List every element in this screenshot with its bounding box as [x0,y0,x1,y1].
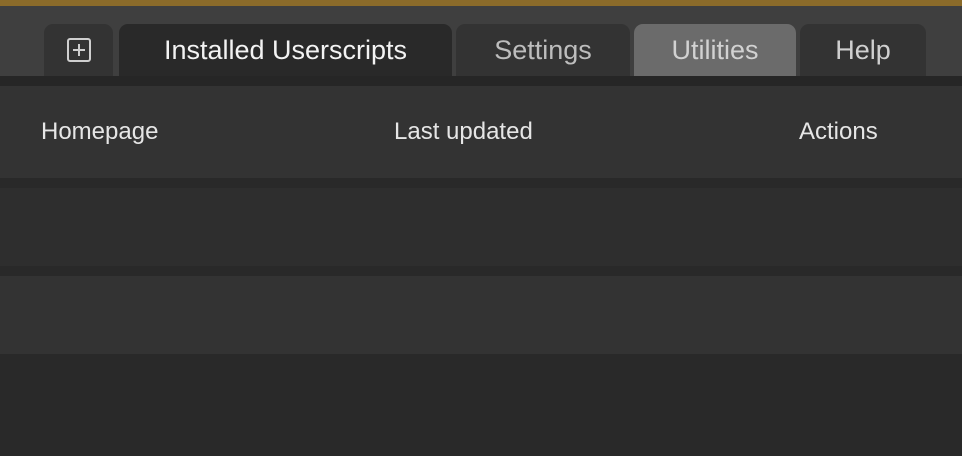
divider [0,76,962,86]
table-row[interactable] [0,276,962,354]
column-header-actions: Actions [799,118,878,145]
tab-settings[interactable]: Settings [456,24,630,76]
column-header-last-updated[interactable]: Last updated [394,118,533,146]
table-row[interactable] [0,188,962,266]
tab-utilities[interactable]: Utilities [634,24,796,76]
column-header-homepage[interactable]: Homepage [41,118,158,146]
plus-box-icon [66,38,91,62]
tab-help[interactable]: Help [800,24,926,76]
tab-strip: Installed Userscripts Settings Utilities… [0,6,962,76]
table-header: Homepage Last updated Actions [0,86,962,178]
tab-installed-userscripts[interactable]: Installed Userscripts [119,24,452,76]
tab-add-script[interactable] [44,24,113,76]
